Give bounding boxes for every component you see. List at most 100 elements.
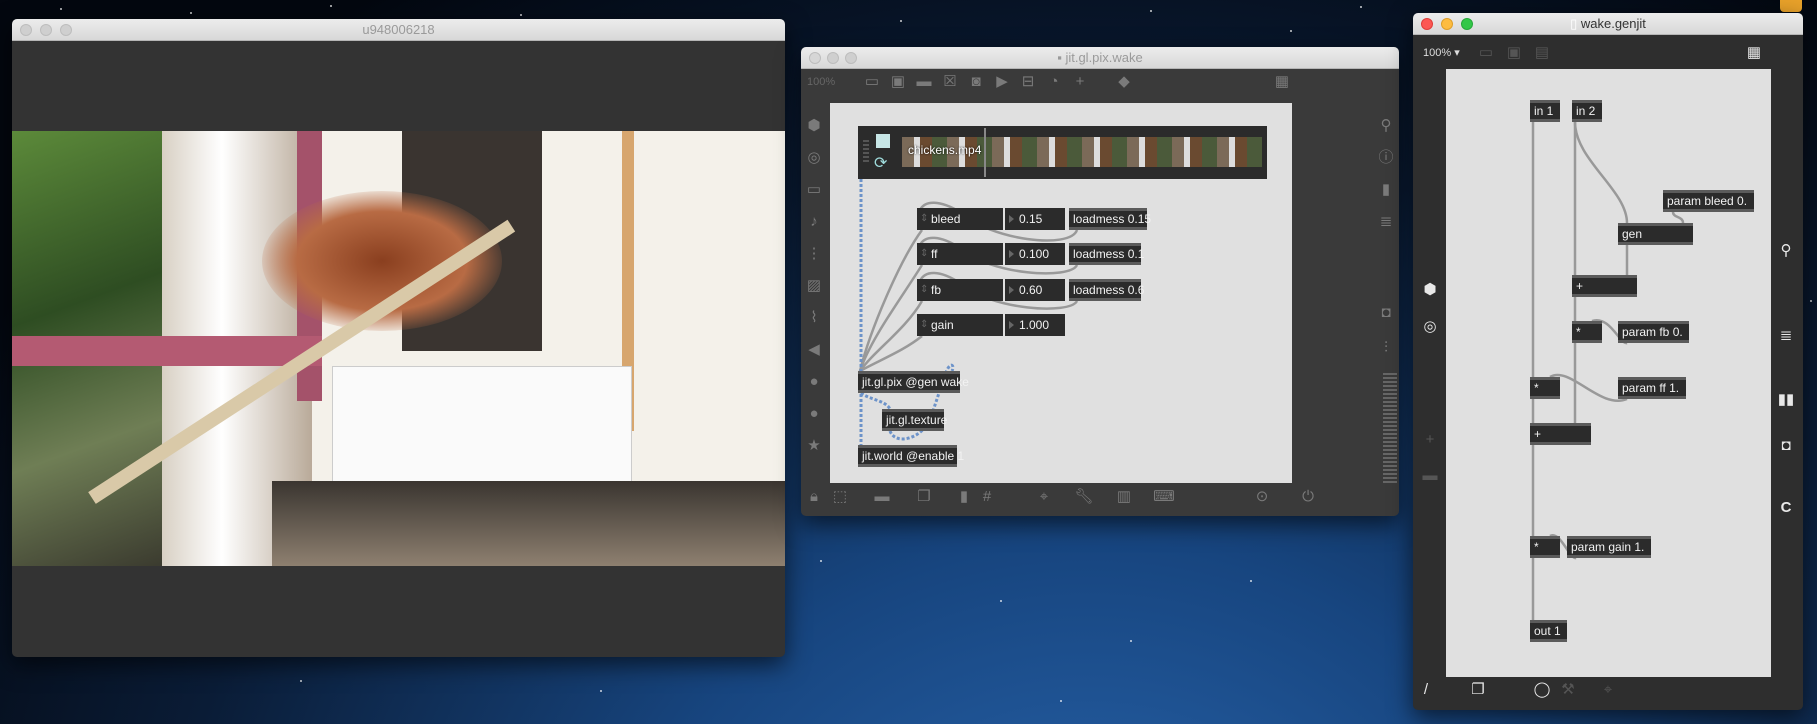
windows-icon[interactable]: ❐ <box>1467 679 1489 701</box>
playhead[interactable] <box>984 128 986 177</box>
close-button[interactable] <box>1421 18 1433 30</box>
grid-menu-icon[interactable]: ▦ <box>1271 71 1293 93</box>
search-icon[interactable]: ⚲ <box>1775 240 1797 262</box>
add-icon[interactable]: + <box>1419 429 1441 451</box>
close-button[interactable] <box>20 24 32 36</box>
inlet-1[interactable]: in 1 <box>1530 100 1560 122</box>
piano-icon[interactable]: ▥ <box>1113 486 1135 508</box>
wrench-icon[interactable]: 🔧︎ <box>1073 486 1095 508</box>
target-icon[interactable]: ◎ <box>1419 316 1441 338</box>
multiply-ff-object[interactable]: * <box>1530 377 1560 399</box>
reference-icon[interactable]: ▮▮ <box>1775 389 1797 411</box>
play-toggle[interactable] <box>876 134 890 148</box>
patch-icon[interactable]: ▬ <box>1419 465 1441 487</box>
play-icon[interactable]: ⊙ <box>1251 486 1273 508</box>
button-object-icon[interactable]: ◙ <box>965 71 987 93</box>
presentation-mode-icon[interactable]: ⬚ <box>829 486 851 508</box>
zoom-button[interactable] <box>845 52 857 64</box>
minimize-button[interactable] <box>40 24 52 36</box>
plug-icon[interactable]: ◀ <box>803 339 825 361</box>
multiply-fb-object[interactable]: * <box>1572 321 1602 343</box>
param-gain[interactable]: param gain 1. <box>1567 536 1651 558</box>
add-object[interactable]: + <box>1572 275 1637 297</box>
image-icon[interactable]: ▨ <box>803 275 825 297</box>
desktop-icon[interactable] <box>1780 0 1802 12</box>
compile-icon[interactable]: ◯ <box>1531 679 1553 701</box>
jit-gl-texture-object[interactable]: jit.gl.texture <box>882 409 947 431</box>
zoom-button[interactable] <box>60 24 72 36</box>
windows-icon[interactable]: ❐ <box>913 486 935 508</box>
paperclip-icon[interactable]: ⌇ <box>803 307 825 329</box>
minimize-button[interactable] <box>827 52 839 64</box>
param-fb[interactable]: param fb 0. <box>1618 321 1689 343</box>
param-attrui-fb[interactable]: fb <box>917 279 1003 301</box>
param-ff[interactable]: param ff 1. <box>1618 377 1686 399</box>
jit-world-object[interactable]: jit.world @enable 1 <box>858 445 964 467</box>
playlist[interactable]: ⟳ chickens.mp4 <box>858 126 1267 179</box>
cube-icon[interactable]: ⬢ <box>803 115 825 137</box>
inlet-2[interactable]: in 2 <box>1572 100 1602 122</box>
multiply-gain-object[interactable]: * <box>1530 536 1560 558</box>
jit-gl-pix-object[interactable]: jit.gl.pix @gen wake <box>858 371 969 393</box>
param-attrui-gain[interactable]: gain <box>917 314 1003 336</box>
paint-bucket-icon[interactable]: ◆ <box>1113 71 1135 93</box>
hammer-icon[interactable]: ⚒ <box>1557 679 1579 701</box>
number-box-fb[interactable]: 0.60 <box>1005 279 1065 301</box>
music-note-icon[interactable]: ♪ <box>803 211 825 233</box>
bpatcher-icon[interactable]: ☒ <box>939 71 961 93</box>
star-icon[interactable]: ★ <box>803 435 825 457</box>
presentation-icon[interactable]: ▭ <box>861 71 883 93</box>
param-attrui-ff[interactable]: ff <box>917 243 1003 265</box>
zoom-menu[interactable]: 100% <box>807 71 835 93</box>
list-icon[interactable]: ≣ <box>1775 325 1797 347</box>
close-button[interactable] <box>809 52 821 64</box>
inspector-icon[interactable]: ▣ <box>1503 42 1525 64</box>
midi-icon[interactable]: ⋮ <box>803 243 825 265</box>
add-icon[interactable]: + <box>1069 71 1091 93</box>
keyboard-icon[interactable]: ⌨ <box>1153 486 1175 508</box>
minimize-button[interactable] <box>1441 18 1453 30</box>
play-object-icon[interactable]: ▶ <box>991 71 1013 93</box>
genjit-canvas[interactable] <box>1446 69 1771 677</box>
loadmess-ff[interactable]: loadmess 0.1 <box>1069 243 1144 265</box>
dial-icon[interactable]: ◔ <box>1043 71 1065 93</box>
loadmess-fb[interactable]: loadmess 0.6 <box>1069 279 1144 301</box>
param-attrui-bleed[interactable]: bleed <box>917 208 1003 230</box>
outlet-1[interactable]: out 1 <box>1530 620 1567 642</box>
add-object[interactable]: + <box>1530 423 1591 445</box>
slider-icon[interactable]: ⊟ <box>1017 71 1039 93</box>
inspector-icon[interactable]: ▣ <box>887 71 909 93</box>
mute-icon[interactable]: ▮ <box>953 486 975 508</box>
power-icon[interactable]: ⏻ <box>1297 486 1319 508</box>
title-bar[interactable]: ▯ wake.genjit <box>1413 13 1803 35</box>
comment-icon[interactable]: ▬ <box>913 71 935 93</box>
grid-icon[interactable]: # <box>976 486 998 508</box>
number-box-gain[interactable]: 1.000 <box>1005 314 1065 336</box>
loop-icon[interactable]: ⟳ <box>874 153 887 173</box>
search-icon[interactable]: ⚲ <box>1375 115 1397 137</box>
info-icon[interactable]: ⓘ <box>1375 147 1397 169</box>
snapshot-icon[interactable]: ◘ <box>1375 302 1397 324</box>
edit-icon[interactable]: / <box>1415 679 1437 701</box>
list-icon[interactable]: ≣ <box>1375 211 1397 233</box>
new-object-icon[interactable]: ⌖ <box>1597 679 1619 701</box>
new-object-icon[interactable]: ⌖ <box>1033 486 1055 508</box>
presentation-icon[interactable]: ▭ <box>1475 42 1497 64</box>
b-icon[interactable]: ● <box>803 403 825 425</box>
number-box-bleed[interactable]: 0.15 <box>1005 208 1065 230</box>
title-bar[interactable]: u948006218 <box>12 19 785 41</box>
target-icon[interactable]: ◎ <box>803 147 825 169</box>
title-bar[interactable]: ▪ jit.gl.pix.wake <box>801 47 1399 69</box>
loadmess-bleed[interactable]: loadmess 0.15 <box>1069 208 1151 230</box>
code-icon[interactable]: ▤ <box>1531 42 1553 64</box>
screen-icon[interactable]: ▬ <box>871 486 893 508</box>
cube-icon[interactable]: ⬢ <box>1419 279 1441 301</box>
media-icon[interactable]: ▭ <box>803 179 825 201</box>
vst-icon[interactable]: ● <box>803 371 825 393</box>
snapshot-icon[interactable]: ◘ <box>1775 435 1797 457</box>
reference-icon[interactable]: ▮ <box>1375 179 1397 201</box>
c-icon[interactable]: C <box>1775 497 1797 519</box>
param-bleed[interactable]: param bleed 0. <box>1663 190 1754 212</box>
zoom-menu[interactable]: 100% ▾ <box>1423 42 1460 64</box>
drag-handle[interactable] <box>863 140 869 164</box>
